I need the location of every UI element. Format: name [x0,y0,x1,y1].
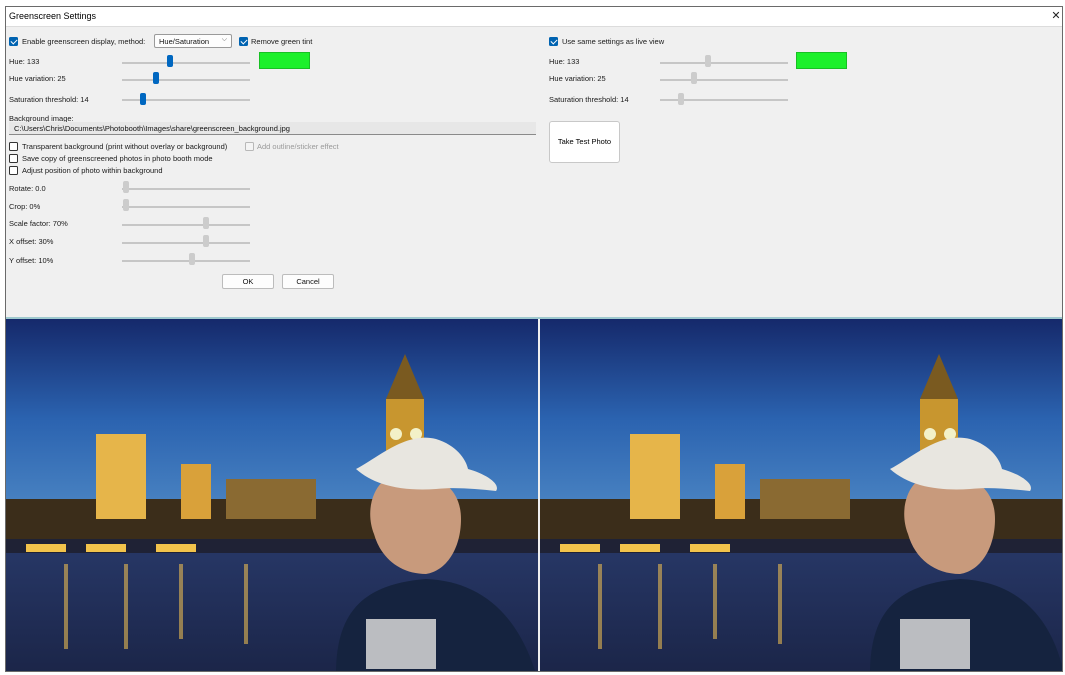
rotate-slider-track[interactable] [122,188,250,190]
right-saturation-threshold-label: Saturation threshold: 14 [549,95,629,104]
x-offset-slider-thumb[interactable] [203,235,209,247]
y-offset-slider-thumb[interactable] [189,253,195,265]
rotate-label: Rotate: 0.0 [9,184,46,193]
saturation-threshold-slider-thumb[interactable] [140,93,146,105]
y-offset-slider-track[interactable] [122,260,250,262]
right-hue-color-swatch [796,52,847,69]
remove-green-tint-label: Remove green tint [251,37,313,46]
enable-greenscreen-label: Enable greenscreen display, method: [22,37,146,46]
method-select[interactable]: Hue/Saturation ⌵ [154,34,232,48]
crop-label: Crop: 0% [9,202,41,211]
right-hue-label: Hue: 133 [549,57,580,66]
background-image-path-field[interactable]: C:\Users\Chris\Documents\Photobooth\Imag… [9,122,536,135]
ok-button[interactable]: OK [222,274,274,289]
hue-slider-track[interactable] [122,62,250,64]
crop-slider-track[interactable] [122,206,250,208]
take-test-photo-button[interactable]: Take Test Photo [549,121,620,163]
right-hue-variation-slider-track[interactable] [660,79,788,81]
right-saturation-threshold-slider-thumb[interactable] [678,93,684,105]
method-selected-value: Hue/Saturation [159,37,210,46]
photo-preview-icon [6,319,538,671]
hue-variation-slider-thumb[interactable] [153,72,159,84]
hue-variation-label: Hue variation: 25 [9,74,66,83]
rotate-slider-thumb[interactable] [123,181,129,193]
enable-greenscreen-checkbox[interactable] [9,37,18,46]
save-copy-label: Save copy of greenscreened photos in pho… [22,154,213,163]
x-offset-slider-track[interactable] [122,242,250,244]
cancel-button[interactable]: Cancel [282,274,334,289]
save-copy-checkbox[interactable] [9,154,18,163]
chevron-down-icon: ⌵ [221,36,227,43]
right-hue-variation-slider-thumb[interactable] [691,72,697,84]
transparent-background-checkbox[interactable] [9,142,18,151]
crop-slider-thumb[interactable] [123,199,129,211]
use-same-settings-label: Use same settings as live view [562,37,665,46]
window-title: Greenscreen Settings [9,11,97,21]
title-bar: Greenscreen Settings ✕ [6,7,1062,27]
right-hue-variation-label: Hue variation: 25 [549,74,606,83]
close-icon[interactable]: ✕ [1050,9,1062,22]
scale-factor-slider-thumb[interactable] [203,217,209,229]
hue-slider-thumb[interactable] [167,55,173,67]
greenscreen-settings-window: Greenscreen Settings ✕ Enable greenscree… [5,6,1063,672]
y-offset-label: Y offset: 10% [9,256,54,265]
use-same-settings-checkbox[interactable] [549,37,558,46]
hue-variation-slider-track[interactable] [122,79,250,81]
x-offset-label: X offset: 30% [9,237,54,246]
hue-color-swatch [259,52,310,69]
hue-label: Hue: 133 [9,57,40,66]
saturation-threshold-label: Saturation threshold: 14 [9,95,89,104]
scale-factor-label: Scale factor: 70% [9,219,68,228]
remove-green-tint-checkbox[interactable] [239,37,248,46]
photo-preview-icon [540,319,1062,671]
adjust-position-checkbox[interactable] [9,166,18,175]
right-hue-slider-thumb[interactable] [705,55,711,67]
scale-factor-slider-track[interactable] [122,224,250,226]
right-hue-slider-track[interactable] [660,62,788,64]
live-view-preview [6,319,538,671]
outline-effect-checkbox[interactable] [245,142,254,151]
transparent-background-label: Transparent background (print without ov… [22,142,228,151]
outline-effect-label: Add outline/sticker effect [257,142,339,151]
adjust-position-label: Adjust position of photo within backgrou… [22,166,163,175]
test-photo-preview [540,319,1062,671]
